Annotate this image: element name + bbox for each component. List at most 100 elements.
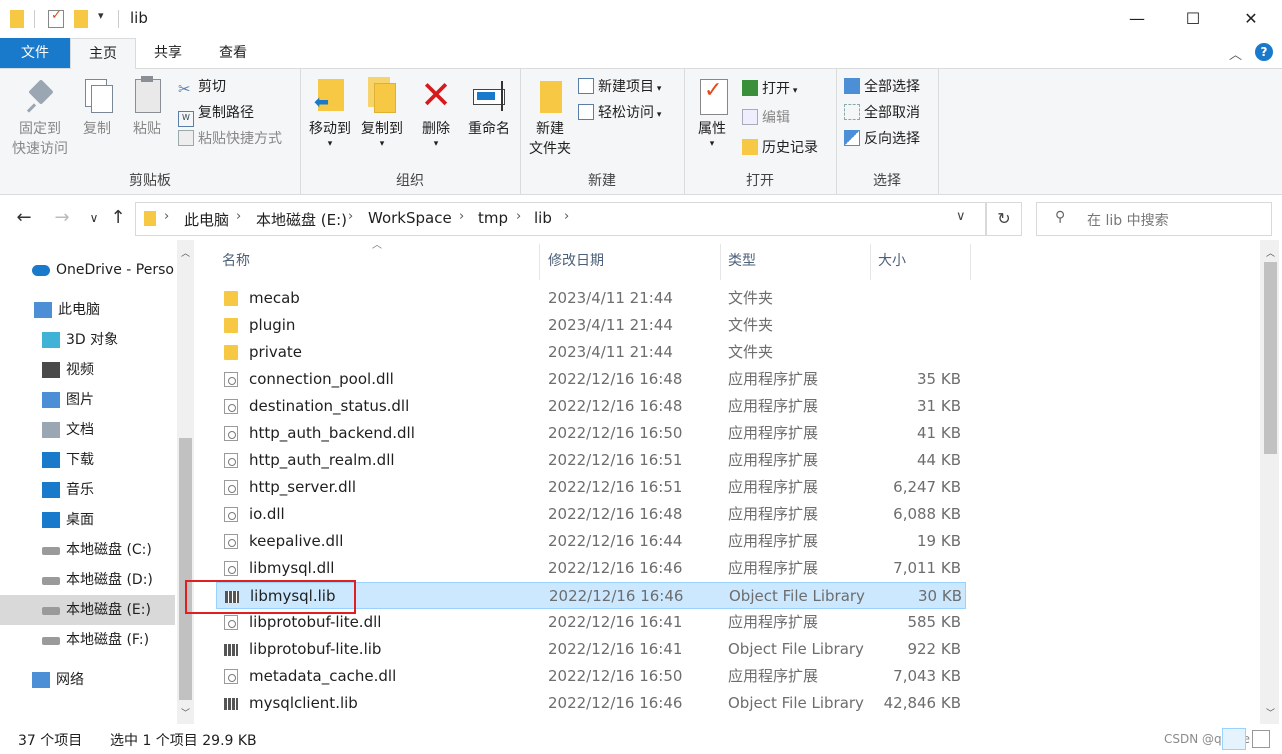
column-header-date[interactable]: 修改日期 [548,250,604,270]
nav-item[interactable]: 音乐 [0,475,175,505]
nav-item[interactable]: 本地磁盘 (D:) [0,565,175,595]
edit-button[interactable]: 编辑 [742,107,790,129]
nav-item[interactable]: 下载 [0,445,175,475]
file-row[interactable]: destination_status.dll 2022/12/16 16:48 应用… [216,393,966,420]
paste-shortcut-button[interactable]: 粘贴快捷方式 [178,128,282,150]
maximize-button[interactable]: ☐ [1164,0,1222,38]
invert-selection-button[interactable]: 反向选择 [844,128,920,150]
forward-arrow-icon[interactable]: → [50,206,74,230]
nav-item[interactable]: 网络 [0,665,175,695]
column-divider[interactable] [720,244,721,280]
nav-scrollbar[interactable]: ︿ ﹀ [177,240,194,724]
copy-path-button[interactable]: W 复制路径 [178,102,254,127]
column-header-size[interactable]: 大小 [878,250,906,270]
column-header-type[interactable]: 类型 [728,250,756,270]
recent-locations-chevron-icon[interactable]: ∨ [82,206,106,230]
file-row[interactable]: metadata_cache.dll 2022/12/16 16:50 应用程序扩展… [216,663,966,690]
paste-button[interactable]: 粘贴 [124,75,170,139]
back-arrow-icon[interactable]: ← [12,206,36,230]
file-row[interactable]: mecab 2023/4/11 21:44 文件夹 [216,285,966,312]
nav-scroll-thumb[interactable] [179,438,192,700]
nav-item[interactable]: 桌面 [0,505,175,535]
easy-access-button[interactable]: 轻松访问 ▾ [578,102,661,124]
column-header-name[interactable]: 名称 [222,250,250,270]
address-dropdown-chevron-icon[interactable]: ∨ [956,209,966,224]
copy-button[interactable]: 复制 [74,75,120,139]
column-divider[interactable] [870,244,871,280]
file-row[interactable]: private 2023/4/11 21:44 文件夹 [216,339,966,366]
column-divider[interactable] [970,244,971,280]
history-button[interactable]: 历史记录 [742,137,818,159]
details-view-icon[interactable] [1222,728,1246,750]
cut-button[interactable]: ✂ 剪切 [178,76,226,98]
breadcrumb-item[interactable]: 本地磁盘 (E:) [256,209,347,230]
breadcrumb-separator[interactable]: › [236,209,241,224]
status-bar: 37 个项目 选中 1 个项目 29.9 KB CSDN @qasee [0,724,1282,754]
new-folder-quick-icon[interactable] [74,10,88,28]
search-input[interactable]: ⚲ 在 lib 中搜索 [1036,202,1272,236]
properties-button[interactable]: ✓ 属性 ▾ [690,75,734,149]
file-row[interactable]: http_auth_realm.dll 2022/12/16 16:51 应用程序扩… [216,447,966,474]
scroll-up-icon[interactable]: ︿ [1262,246,1279,259]
new-item-button[interactable]: 新建项目 ▾ [578,76,661,98]
new-folder-icon [532,75,568,115]
rename-button[interactable]: 重命名 [462,75,516,139]
delete-button[interactable]: ✕ 删除 ▾ [414,75,458,149]
tab-view[interactable]: 查看 [201,38,265,68]
column-divider[interactable] [539,244,540,280]
scroll-down-icon[interactable]: ﹀ [1262,706,1279,719]
breadcrumb-separator[interactable]: › [164,209,169,224]
nav-item[interactable]: 文档 [0,415,175,445]
refresh-icon[interactable]: ↻ [986,202,1022,236]
breadcrumb-separator[interactable]: › [564,209,569,224]
file-row[interactable]: mysqlclient.lib 2022/12/16 16:46 Object Fi… [216,690,966,717]
properties-quick-icon[interactable]: ✓ [48,8,64,28]
customize-quick-access-icon[interactable]: ▾ [98,9,104,27]
move-to-button[interactable]: ⬅ 移动到 ▾ [304,75,356,149]
tab-share[interactable]: 共享 [136,38,200,68]
address-input[interactable]: › 此电脑 › 本地磁盘 (E:) › WorkSpace › tmp › li… [135,202,986,236]
scroll-down-icon[interactable]: ﹀ [177,706,194,719]
nav-item[interactable]: 图片 [0,385,175,415]
copy-to-button[interactable]: 复制到 ▾ [356,75,408,149]
breadcrumb-item[interactable]: 此电脑 [184,209,229,230]
up-arrow-icon[interactable]: ↑ [106,206,130,230]
navigation-pane: OneDrive - Perso 此电脑 3D 对象 视频 图片 文档 下载 音乐 桌面 本地磁盘… [0,240,196,724]
large-icons-view-icon[interactable] [1252,730,1270,748]
breadcrumb-separator[interactable]: › [459,209,464,224]
pin-quick-access-button[interactable]: 固定到 快速访问 [6,75,74,159]
nav-item[interactable]: OneDrive - Perso [0,255,175,285]
nav-item[interactable]: 此电脑 [0,295,175,325]
file-row[interactable]: io.dll 2022/12/16 16:48 应用程序扩展 6,088 KB [216,501,966,528]
nav-item[interactable]: 本地磁盘 (E:) [0,595,175,625]
nav-item[interactable]: 3D 对象 [0,325,175,355]
file-scrollbar[interactable]: ︿ ﹀ [1262,240,1279,724]
select-none-button[interactable]: 全部取消 [844,102,920,124]
nav-item[interactable]: 本地磁盘 (F:) [0,625,175,655]
open-button[interactable]: 打开 ▾ [742,78,797,100]
close-button[interactable]: ✕ [1222,0,1280,38]
file-row[interactable]: libmysql.dll 2022/12/16 16:46 应用程序扩展 7,011 … [216,555,966,582]
breadcrumb-item[interactable]: lib [534,209,552,227]
file-row[interactable]: plugin 2023/4/11 21:44 文件夹 [216,312,966,339]
file-row[interactable]: http_server.dll 2022/12/16 16:51 应用程序扩展 6,2… [216,474,966,501]
file-row[interactable]: http_auth_backend.dll 2022/12/16 16:50 应用程… [216,420,966,447]
breadcrumb-item[interactable]: tmp [478,209,508,227]
scroll-up-icon[interactable]: ︿ [177,246,194,259]
nav-item[interactable]: 视频 [0,355,175,385]
file-row[interactable]: connection_pool.dll 2022/12/16 16:48 应用程序扩… [216,366,966,393]
breadcrumb-separator[interactable]: › [516,209,521,224]
file-row[interactable]: keepalive.dll 2022/12/16 16:44 应用程序扩展 19 KB [216,528,966,555]
chevron-up-icon[interactable]: ︿ [1229,44,1242,63]
breadcrumb-item[interactable]: WorkSpace [368,209,452,227]
tab-file[interactable]: 文件 [0,38,70,68]
file-row[interactable]: libprotobuf-lite.lib 2022/12/16 16:41 Obje… [216,636,966,663]
help-icon[interactable]: ? [1255,43,1273,61]
select-all-button[interactable]: 全部选择 [844,76,920,98]
new-folder-button[interactable]: 新建 文件夹 [524,75,576,159]
nav-item[interactable]: 本地磁盘 (C:) [0,535,175,565]
minimize-button[interactable]: — [1108,0,1166,38]
file-scroll-thumb[interactable] [1264,262,1277,454]
tab-home[interactable]: 主页 [70,38,136,70]
breadcrumb-separator[interactable]: › [348,209,353,224]
